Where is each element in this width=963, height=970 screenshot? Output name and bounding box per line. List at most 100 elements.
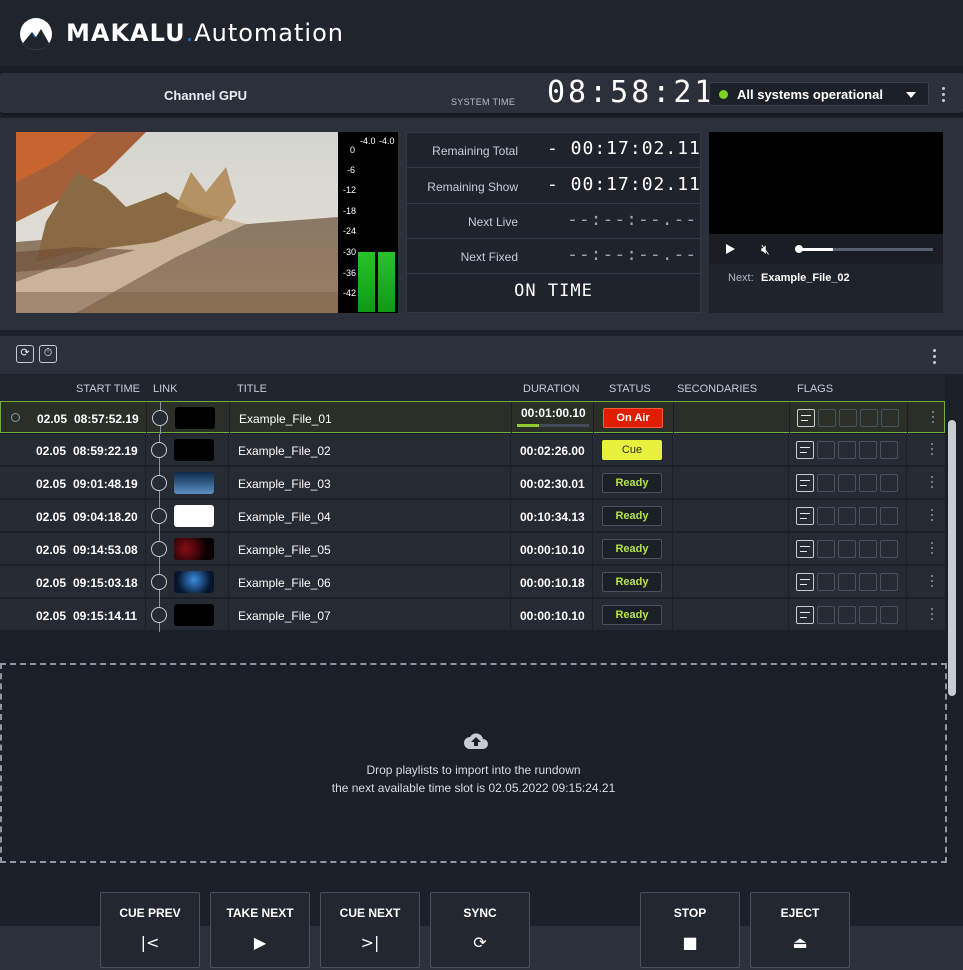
flag-icon[interactable] bbox=[880, 441, 898, 459]
flag-icon[interactable] bbox=[817, 507, 835, 525]
flag-icon[interactable] bbox=[838, 507, 856, 525]
col-start-time[interactable]: START TIME bbox=[76, 383, 140, 395]
cue-next-button[interactable]: CUE NEXT >| bbox=[320, 892, 420, 968]
playlist-dropzone[interactable]: Drop playlists to import into the rundow… bbox=[0, 663, 947, 863]
row-title: Example_File_05 bbox=[238, 543, 331, 557]
grid-scrollbar[interactable] bbox=[948, 420, 956, 696]
col-flags[interactable]: FLAGS bbox=[797, 383, 833, 395]
dropzone-line1: Drop playlists to import into the rundow… bbox=[366, 763, 581, 777]
playlist-flag-icon[interactable] bbox=[796, 474, 814, 492]
flag-icon[interactable] bbox=[838, 474, 856, 492]
refresh-icon[interactable]: ⟳ bbox=[16, 345, 34, 363]
channel-menu-icon[interactable] bbox=[942, 87, 946, 103]
row-start-time: 08:57:52.19 bbox=[74, 412, 139, 426]
timer-next-live: Next Live --:--:--.-- bbox=[407, 204, 700, 239]
table-row[interactable]: 02.05 08:57:52.19 Example_File_01 00:01:00.… bbox=[0, 401, 945, 435]
flag-icon[interactable] bbox=[860, 409, 878, 427]
row-start-time: 09:15:03.18 bbox=[73, 576, 138, 590]
flag-icon[interactable] bbox=[859, 606, 877, 624]
col-duration[interactable]: DURATION bbox=[523, 383, 580, 395]
system-time: 08:58:21 bbox=[547, 75, 716, 110]
link-toggle[interactable] bbox=[151, 508, 167, 524]
flag-icon[interactable] bbox=[859, 573, 877, 591]
rundown-menu-icon[interactable] bbox=[933, 349, 937, 365]
eject-button[interactable]: EJECT ⏏ bbox=[750, 892, 850, 968]
col-status[interactable]: STATUS bbox=[609, 383, 651, 395]
flag-icon[interactable] bbox=[838, 573, 856, 591]
col-secondaries[interactable]: SECONDARIES bbox=[677, 383, 757, 395]
flag-icon[interactable] bbox=[880, 507, 898, 525]
meter-scale-label: -30 bbox=[343, 247, 357, 257]
table-row[interactable]: 02.05 09:15:14.11 Example_File_07 00:00:10.… bbox=[0, 599, 945, 632]
row-menu-icon[interactable] bbox=[931, 542, 933, 557]
table-row[interactable]: 02.05 09:04:18.20 Example_File_04 00:10:34.… bbox=[0, 500, 945, 533]
col-link[interactable]: LINK bbox=[153, 383, 177, 395]
flag-icon[interactable] bbox=[880, 540, 898, 558]
flag-icon[interactable] bbox=[880, 606, 898, 624]
link-toggle[interactable] bbox=[152, 410, 168, 426]
flag-icon[interactable] bbox=[817, 474, 835, 492]
timer-remaining-total: Remaining Total - 00:17:02.11 bbox=[407, 133, 700, 168]
timer-icon[interactable]: ⏱︎ bbox=[39, 345, 57, 363]
link-toggle[interactable] bbox=[151, 574, 167, 590]
playlist-flag-icon[interactable] bbox=[796, 507, 814, 525]
sync-button[interactable]: SYNC ⟳ bbox=[430, 892, 530, 968]
flag-icon[interactable] bbox=[817, 573, 835, 591]
table-row[interactable]: 02.05 09:14:53.08 Example_File_05 00:00:10.… bbox=[0, 533, 945, 566]
cue-prev-button[interactable]: CUE PREV |< bbox=[100, 892, 200, 968]
system-status-dropdown[interactable]: All systems operational bbox=[709, 82, 929, 106]
playlist-flag-icon[interactable] bbox=[796, 606, 814, 624]
table-row[interactable]: 02.05 09:15:03.18 Example_File_06 00:00:10.… bbox=[0, 566, 945, 599]
row-start-time: 09:01:48.19 bbox=[73, 477, 138, 491]
row-menu-icon[interactable] bbox=[931, 443, 933, 458]
playlist-flag-icon[interactable] bbox=[796, 441, 814, 459]
link-toggle[interactable] bbox=[151, 475, 167, 491]
flag-icon[interactable] bbox=[839, 409, 857, 427]
play-icon: ▶ bbox=[253, 933, 267, 952]
flag-icon[interactable] bbox=[817, 441, 835, 459]
flag-icon[interactable] bbox=[881, 409, 899, 427]
col-title[interactable]: TITLE bbox=[237, 383, 267, 395]
row-menu-icon[interactable] bbox=[931, 575, 933, 590]
playlist-flag-icon[interactable] bbox=[796, 573, 814, 591]
flag-icon[interactable] bbox=[817, 606, 835, 624]
table-row[interactable]: 02.05 09:01:48.19 Example_File_03 00:02:30.… bbox=[0, 467, 945, 500]
play-icon[interactable] bbox=[726, 244, 735, 254]
link-toggle[interactable] bbox=[151, 607, 167, 623]
row-menu-icon[interactable] bbox=[931, 608, 933, 623]
flag-icon[interactable] bbox=[838, 606, 856, 624]
playlist-flag-icon[interactable] bbox=[796, 540, 814, 558]
dropzone-line2: the next available time slot is 02.05.20… bbox=[331, 781, 616, 795]
flag-icon[interactable] bbox=[859, 507, 877, 525]
stop-button[interactable]: STOP ■ bbox=[640, 892, 740, 968]
link-toggle[interactable] bbox=[151, 541, 167, 557]
timer-label: Next Fixed bbox=[460, 250, 518, 264]
flag-icon[interactable] bbox=[859, 474, 877, 492]
timer-value: - 00:17:02.11 bbox=[547, 174, 701, 195]
status-badge: Ready bbox=[602, 605, 662, 625]
row-duration: 00:00:10.10 bbox=[520, 543, 585, 557]
seek-handle[interactable] bbox=[795, 245, 803, 253]
flag-icon[interactable] bbox=[818, 409, 836, 427]
take-next-button[interactable]: TAKE NEXT ▶ bbox=[210, 892, 310, 968]
flag-icon[interactable] bbox=[859, 441, 877, 459]
row-menu-icon[interactable] bbox=[931, 476, 933, 491]
status-badge: On Air bbox=[603, 408, 663, 428]
playlist-flag-icon[interactable] bbox=[797, 409, 815, 427]
flag-icon[interactable] bbox=[817, 540, 835, 558]
makalu-logo-icon bbox=[20, 18, 52, 50]
flag-icon[interactable] bbox=[880, 573, 898, 591]
row-menu-icon[interactable] bbox=[931, 509, 933, 524]
rundown-toolbar: ⟳ ⏱︎ bbox=[0, 336, 963, 374]
mute-icon[interactable]: 🔇︎ bbox=[761, 241, 770, 258]
flag-icon[interactable] bbox=[838, 540, 856, 558]
row-menu-icon[interactable] bbox=[932, 411, 934, 426]
table-row[interactable]: 02.05 08:59:22.19 Example_File_02 00:02:26.… bbox=[0, 434, 945, 467]
flag-icon[interactable] bbox=[859, 540, 877, 558]
next-preview-player: 🔇︎ Next: Example_File_02 bbox=[709, 132, 943, 313]
flag-icon[interactable] bbox=[838, 441, 856, 459]
link-toggle[interactable] bbox=[151, 442, 167, 458]
seek-bar[interactable] bbox=[799, 248, 933, 251]
meter-peak-left: -4.0 bbox=[360, 136, 376, 146]
flag-icon[interactable] bbox=[880, 474, 898, 492]
